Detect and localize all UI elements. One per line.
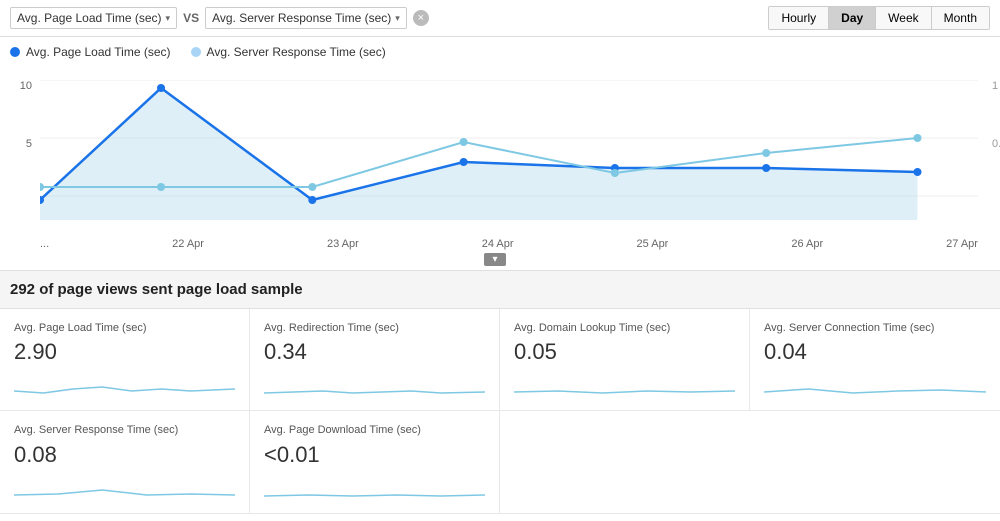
metric-card-empty-1	[500, 411, 750, 513]
dp-dark-6	[913, 168, 921, 176]
day-button[interactable]: Day	[829, 7, 876, 29]
dp-light-5	[762, 149, 770, 157]
metric2-label: Avg. Server Response Time (sec)	[212, 11, 391, 25]
metric1-label: Avg. Page Load Time (sec)	[17, 11, 162, 25]
metric-value-redirection: 0.34	[264, 339, 485, 365]
dp-light-1	[157, 183, 165, 191]
sparkline-load-time	[14, 369, 235, 399]
x-label-2: 23 Apr	[327, 238, 359, 250]
sparkline-domain-lookup	[514, 369, 735, 399]
metric-label-load-time: Avg. Page Load Time (sec)	[14, 321, 235, 335]
metric-label-download-time: Avg. Page Download Time (sec)	[264, 423, 485, 437]
x-label-5: 26 Apr	[791, 238, 823, 250]
legend-dot-dark	[10, 47, 20, 57]
legend-label-load-time: Avg. Page Load Time (sec)	[26, 45, 171, 59]
y-label-right-1: 1	[992, 80, 998, 92]
metric-card-server-connection: Avg. Server Connection Time (sec) 0.04	[750, 309, 1000, 411]
dp-light-2	[308, 183, 316, 191]
x-label-6: 27 Apr	[946, 238, 978, 250]
metric-value-load-time: 2.90	[14, 339, 235, 365]
summary-bar: 292 of page views sent page load sample	[0, 271, 1000, 309]
chart-area-fill	[40, 88, 917, 220]
metric1-dropdown[interactable]: Avg. Page Load Time (sec) ▾	[10, 7, 177, 29]
metric1-chevron: ▾	[166, 13, 171, 24]
dp-dark-3	[460, 158, 468, 166]
metric2-dropdown[interactable]: Avg. Server Response Time (sec) ▾	[205, 7, 407, 29]
vs-label: VS	[183, 11, 199, 25]
dp-dark-2	[308, 196, 316, 204]
top-bar: Avg. Page Load Time (sec) ▾ VS Avg. Serv…	[0, 0, 1000, 37]
time-controls: Hourly Day Week Month	[768, 6, 990, 30]
main-chart	[40, 80, 978, 220]
metrics-grid-row2: Avg. Server Response Time (sec) 0.08 Avg…	[0, 411, 1000, 513]
metric-value-server-response: 0.08	[14, 442, 235, 468]
dp-dark-5	[762, 164, 770, 172]
remove-metric-button[interactable]: ×	[413, 10, 429, 26]
x-label-3: 24 Apr	[482, 238, 514, 250]
x-label-1: 22 Apr	[172, 238, 204, 250]
hourly-button[interactable]: Hourly	[769, 7, 829, 29]
legend-item-response-time: Avg. Server Response Time (sec)	[191, 45, 386, 59]
sparkline-server-connection	[764, 369, 986, 399]
legend-item-load-time: Avg. Page Load Time (sec)	[10, 45, 171, 59]
dp-dark-1	[157, 84, 165, 92]
dp-light-4	[611, 169, 619, 177]
sparkline-download-time	[264, 472, 485, 502]
dp-light-0	[40, 183, 44, 191]
metric-value-server-connection: 0.04	[764, 339, 986, 365]
metric-card-domain-lookup: Avg. Domain Lookup Time (sec) 0.05	[500, 309, 750, 411]
metric-selector: Avg. Page Load Time (sec) ▾ VS Avg. Serv…	[10, 7, 429, 29]
x-label-4: 25 Apr	[637, 238, 669, 250]
summary-text: 292 of page views sent page load sample	[10, 281, 303, 298]
month-button[interactable]: Month	[932, 7, 989, 29]
metric-card-server-response: Avg. Server Response Time (sec) 0.08	[0, 411, 250, 513]
scroll-indicator[interactable]: ▾	[484, 253, 505, 266]
metric-label-domain-lookup: Avg. Domain Lookup Time (sec)	[514, 321, 735, 335]
y-label-right-05: 0.5	[992, 138, 1000, 150]
x-label-0: ...	[40, 238, 49, 250]
metric-card-redirection-time: Avg. Redirection Time (sec) 0.34	[250, 309, 500, 411]
dp-light-6	[913, 134, 921, 142]
x-axis-labels: ... 22 Apr 23 Apr 24 Apr 25 Apr 26 Apr 2…	[40, 238, 978, 250]
metric-label-server-connection: Avg. Server Connection Time (sec)	[764, 321, 986, 335]
sparkline-redirection	[264, 369, 485, 399]
sparkline-server-response	[14, 472, 235, 502]
y-label-10: 10	[20, 80, 32, 92]
metrics-grid-row1: Avg. Page Load Time (sec) 2.90 Avg. Redi…	[0, 309, 1000, 411]
metric-card-load-time: Avg. Page Load Time (sec) 2.90	[0, 309, 250, 411]
metric-label-redirection: Avg. Redirection Time (sec)	[264, 321, 485, 335]
legend-dot-light	[191, 47, 201, 57]
legend-label-response-time: Avg. Server Response Time (sec)	[207, 45, 386, 59]
metric2-chevron: ▾	[395, 13, 400, 24]
week-button[interactable]: Week	[876, 7, 931, 29]
metric-value-domain-lookup: 0.05	[514, 339, 735, 365]
metric-card-empty-2	[750, 411, 1000, 513]
metric-label-server-response: Avg. Server Response Time (sec)	[14, 423, 235, 437]
metric-card-download-time: Avg. Page Download Time (sec) <0.01	[250, 411, 500, 513]
legend: Avg. Page Load Time (sec) Avg. Server Re…	[0, 37, 1000, 67]
dp-light-3	[460, 138, 468, 146]
metric-value-download-time: <0.01	[264, 442, 485, 468]
y-label-5: 5	[26, 138, 32, 150]
